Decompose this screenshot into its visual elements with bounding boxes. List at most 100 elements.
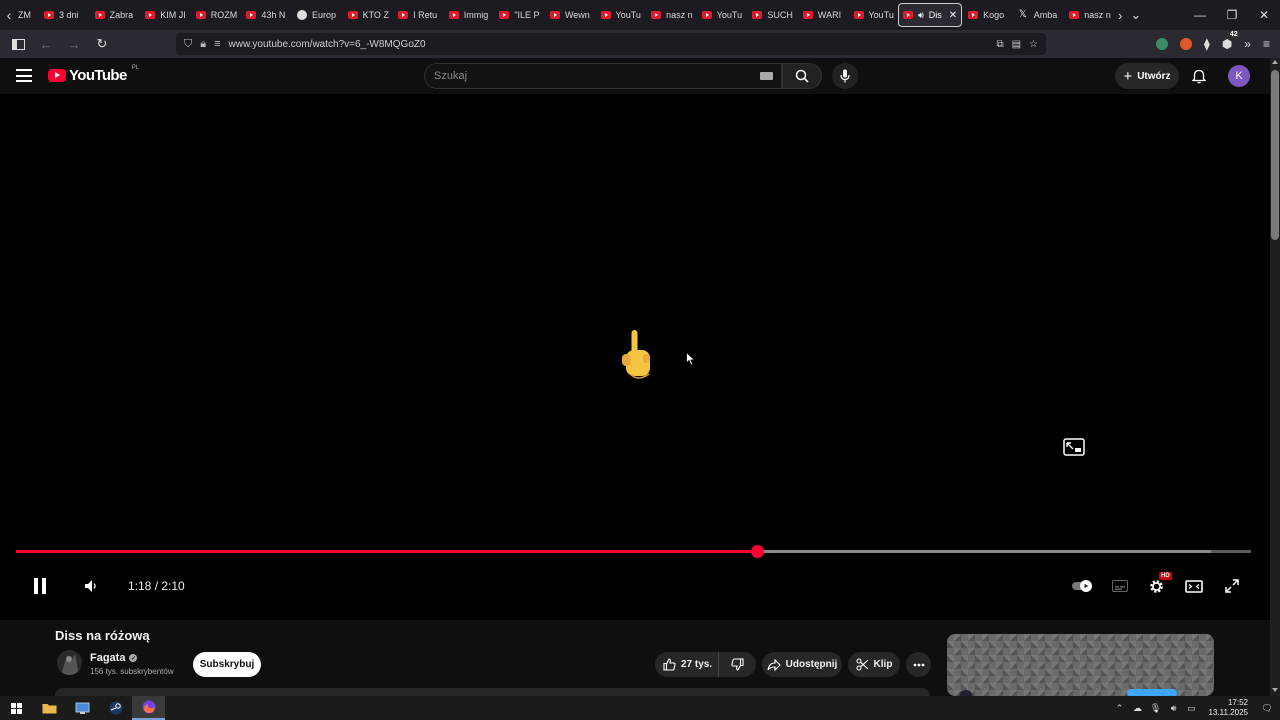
picture-in-picture-icon[interactable]: ⧉ xyxy=(996,39,1003,50)
account-avatar[interactable]: K xyxy=(1228,65,1250,87)
taskbar-file-explorer[interactable] xyxy=(33,696,66,720)
url-text[interactable]: www.youtube.com/watch?v=6_-W8MQGoZ0 xyxy=(229,39,426,50)
scroll-up-arrow-icon[interactable] xyxy=(1272,60,1278,64)
microphone-tray-icon[interactable]: 🎙︎ xyxy=(1150,703,1161,713)
search-input[interactable]: Szukaj xyxy=(424,63,782,89)
guide-menu-icon[interactable] xyxy=(16,69,32,82)
restore-icon[interactable]: ❐ xyxy=(1216,0,1248,30)
taskbar-control-panel[interactable] xyxy=(66,696,99,720)
browser-tab[interactable]: ROZM xyxy=(190,3,241,27)
miniplayer-expand-icon[interactable] xyxy=(1063,438,1085,456)
create-button[interactable]: + Utwórz xyxy=(1115,63,1179,89)
speaker-volume-icon[interactable]: 🔊︎ xyxy=(1169,703,1179,713)
browser-tab[interactable]: Kogo xyxy=(962,3,1013,27)
browser-tab[interactable]: "ILE P xyxy=(493,3,544,27)
minimize-icon[interactable]: — xyxy=(1184,0,1216,30)
reader-view-icon[interactable]: ▤ xyxy=(1012,39,1021,50)
firefox-account-icon[interactable] xyxy=(1179,38,1192,50)
autoplay-toggle[interactable] xyxy=(1070,574,1094,598)
channel-avatar[interactable] xyxy=(57,650,82,675)
browser-tab[interactable]: Zabra xyxy=(89,3,140,27)
browser-tab[interactable]: WARI xyxy=(797,3,848,27)
browser-tab[interactable]: I Retu xyxy=(392,3,443,27)
forward-arrow-icon[interactable]: → xyxy=(62,32,86,56)
scrollbar-thumb[interactable] xyxy=(1271,70,1279,240)
volume-button[interactable] xyxy=(78,574,102,598)
subscribe-button[interactable]: Subskrybuj xyxy=(193,652,261,677)
close-window-icon[interactable]: ✕ xyxy=(1248,0,1280,30)
browser-tab[interactable]: Wewn xyxy=(544,3,595,27)
browser-tab[interactable]: 𝕏 Amba xyxy=(1013,3,1064,27)
url-bar[interactable]: ⛉ 🔒︎ ≡ www.youtube.com/watch?v=6_-W8MQGo… xyxy=(176,33,1046,55)
browser-tab[interactable]: 3 dni xyxy=(38,3,89,27)
tracking-shield-icon[interactable]: ⛉ xyxy=(184,38,192,51)
ublock-extension-icon[interactable]: ⬢ 42 xyxy=(1222,31,1240,51)
tray-expand-chevron-icon[interactable]: ⌃ xyxy=(1115,703,1125,713)
tab-audio-playing-icon[interactable]: 🔊︎ xyxy=(918,10,924,21)
tab-list-dropdown-icon[interactable]: ⌄ xyxy=(1130,7,1141,23)
tab-close-icon[interactable]: ✕ xyxy=(949,10,957,21)
youtube-favicon-icon xyxy=(903,11,914,19)
browser-tab[interactable]: KIM JI xyxy=(139,3,190,27)
notification-center-icon[interactable]: 🗨︎ xyxy=(1261,703,1272,713)
scroll-down-arrow-icon[interactable] xyxy=(1272,688,1278,692)
browser-tab[interactable]: 43h N xyxy=(240,3,291,27)
start-button[interactable] xyxy=(0,696,33,720)
extensions-puzzle-icon[interactable]: ⧫ xyxy=(1204,37,1210,51)
taskbar-firefox[interactable] xyxy=(132,696,165,720)
scrubber-handle[interactable] xyxy=(751,545,764,558)
microphone-icon xyxy=(840,69,850,83)
like-button[interactable]: 27 tys. xyxy=(655,652,719,677)
theater-mode-button[interactable] xyxy=(1182,574,1206,598)
app-menu-icon[interactable]: ≡ xyxy=(1263,37,1270,51)
page-scrollbar[interactable] xyxy=(1270,58,1280,696)
voice-search-button[interactable] xyxy=(832,63,858,89)
keyboard-icon[interactable] xyxy=(760,72,773,80)
youtube-favicon-icon xyxy=(398,11,409,19)
browser-tab[interactable]: SUCH xyxy=(746,3,797,27)
lock-icon[interactable]: 🔒︎ xyxy=(200,38,206,51)
privacy-extension-icon[interactable] xyxy=(1155,38,1168,50)
taskbar-clock[interactable]: 17:52 13.11.2025 xyxy=(1209,698,1248,718)
clip-button[interactable]: Klip xyxy=(848,652,900,677)
browser-tab[interactable]: YouTu xyxy=(848,3,899,27)
description-box[interactable] xyxy=(55,688,930,696)
sidebar-ad-thumbnail[interactable] xyxy=(947,634,1214,696)
youtube-favicon-icon xyxy=(802,11,813,19)
back-arrow-icon[interactable]: ← xyxy=(34,32,58,56)
browser-tab[interactable]: nasz n xyxy=(1063,3,1114,27)
more-actions-button[interactable] xyxy=(906,652,931,677)
video-player[interactable]: 1:18 / 2:10 HD xyxy=(0,94,1270,620)
pause-button[interactable] xyxy=(28,574,52,598)
browser-tab[interactable]: ZM xyxy=(18,3,38,27)
reload-icon[interactable]: ↻ xyxy=(90,32,114,56)
browser-tab-active[interactable]: 🔊︎ Dis ✕ xyxy=(898,3,963,27)
share-button[interactable]: Udostępnij xyxy=(762,652,842,677)
search-button[interactable] xyxy=(782,63,822,89)
bookmark-star-icon[interactable]: ☆ xyxy=(1029,39,1038,50)
browser-tab[interactable]: YouTu xyxy=(696,3,747,27)
tab-scroll-left-icon[interactable]: ‹ xyxy=(0,0,18,30)
fullscreen-button[interactable] xyxy=(1220,574,1244,598)
dislike-button[interactable] xyxy=(719,652,756,677)
sidebar-toggle-icon[interactable] xyxy=(6,32,30,56)
notifications-bell-icon[interactable] xyxy=(1189,66,1209,86)
browser-tab[interactable]: Immig xyxy=(443,3,494,27)
browser-tab[interactable]: nasz n xyxy=(645,3,696,27)
tab-label: KIM JI xyxy=(160,10,186,20)
more-tools-chevron-icon[interactable]: » xyxy=(1244,37,1251,51)
tab-scroll-right-icon[interactable]: › xyxy=(1118,8,1122,23)
browser-tab[interactable]: Europ xyxy=(291,3,342,27)
progress-bar[interactable] xyxy=(16,545,1251,558)
onedrive-cloud-icon[interactable]: ☁ xyxy=(1133,703,1143,713)
browser-tab[interactable]: YouTu xyxy=(595,3,646,27)
youtube-logo[interactable]: YouTube PL xyxy=(48,65,139,84)
channel-name[interactable]: Fagata xyxy=(90,652,125,664)
ad-cta-button[interactable] xyxy=(1127,689,1177,696)
permissions-icon[interactable]: ≡ xyxy=(214,38,220,50)
network-icon[interactable]: ▭ xyxy=(1187,703,1197,713)
browser-tab[interactable]: KTO Z xyxy=(342,3,393,27)
plus-icon: + xyxy=(1123,67,1133,85)
taskbar-steam[interactable] xyxy=(99,696,132,720)
subtitles-button[interactable] xyxy=(1108,574,1132,598)
